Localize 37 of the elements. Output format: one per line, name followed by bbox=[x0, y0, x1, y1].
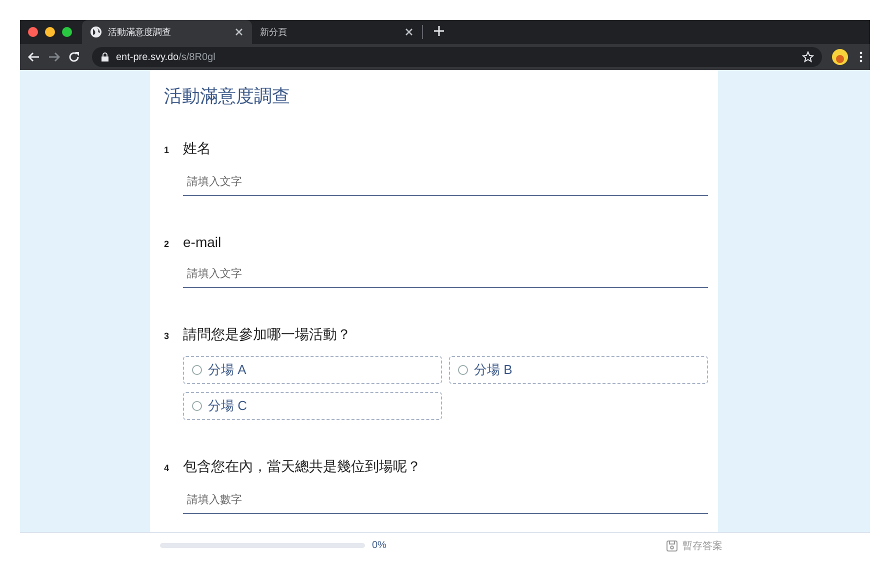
save-icon bbox=[666, 540, 678, 552]
browser-tab[interactable]: 活動滿意度調查 bbox=[82, 20, 252, 44]
radio-icon[interactable] bbox=[192, 365, 202, 375]
input-field[interactable]: 請填入文字 bbox=[183, 170, 708, 196]
progress-text: 0% bbox=[372, 540, 386, 551]
radio-icon[interactable] bbox=[192, 401, 202, 411]
question-label: 姓名 bbox=[183, 140, 211, 158]
menu-icon[interactable] bbox=[858, 51, 864, 63]
survey-title: 活動滿意度調查 bbox=[164, 85, 291, 108]
profile-avatar-icon[interactable] bbox=[832, 49, 848, 65]
new-tab-icon[interactable] bbox=[433, 24, 445, 36]
question-number: 1 bbox=[164, 145, 170, 155]
lock-icon bbox=[100, 52, 110, 62]
input-field[interactable]: 請填入數字 bbox=[183, 488, 708, 514]
reload-icon[interactable] bbox=[66, 49, 82, 65]
close-icon[interactable] bbox=[234, 27, 244, 37]
question-number: 3 bbox=[164, 331, 170, 341]
radio-option[interactable]: 分場 A bbox=[183, 356, 442, 384]
close-window-button[interactable] bbox=[28, 27, 38, 37]
tab-title: 新分頁 bbox=[260, 26, 288, 38]
tab-title: 活動滿意度調查 bbox=[108, 26, 172, 38]
bookmark-star-icon[interactable] bbox=[802, 51, 814, 63]
question-label: e-mail bbox=[183, 234, 222, 250]
browser-tab[interactable]: 新分頁 bbox=[252, 20, 422, 44]
maximize-window-button[interactable] bbox=[62, 27, 72, 37]
input-field[interactable]: 請填入文字 bbox=[183, 262, 708, 288]
question-number: 4 bbox=[164, 463, 170, 473]
radio-icon[interactable] bbox=[458, 365, 468, 375]
address-bar[interactable]: ent-pre.svy.do/s/8R0gl bbox=[92, 47, 822, 67]
minimize-window-button[interactable] bbox=[45, 27, 55, 37]
close-icon[interactable] bbox=[404, 27, 414, 37]
radio-option[interactable]: 分場 B bbox=[449, 356, 708, 384]
question-label: 請問您是參加哪一場活動？ bbox=[183, 326, 351, 344]
question-number: 2 bbox=[164, 239, 170, 249]
question-label: 包含您在內，當天總共是幾位到場呢？ bbox=[183, 458, 421, 476]
url-text: ent-pre.svy.do/s/8R0gl bbox=[116, 52, 216, 62]
radio-option[interactable]: 分場 C bbox=[183, 392, 442, 420]
